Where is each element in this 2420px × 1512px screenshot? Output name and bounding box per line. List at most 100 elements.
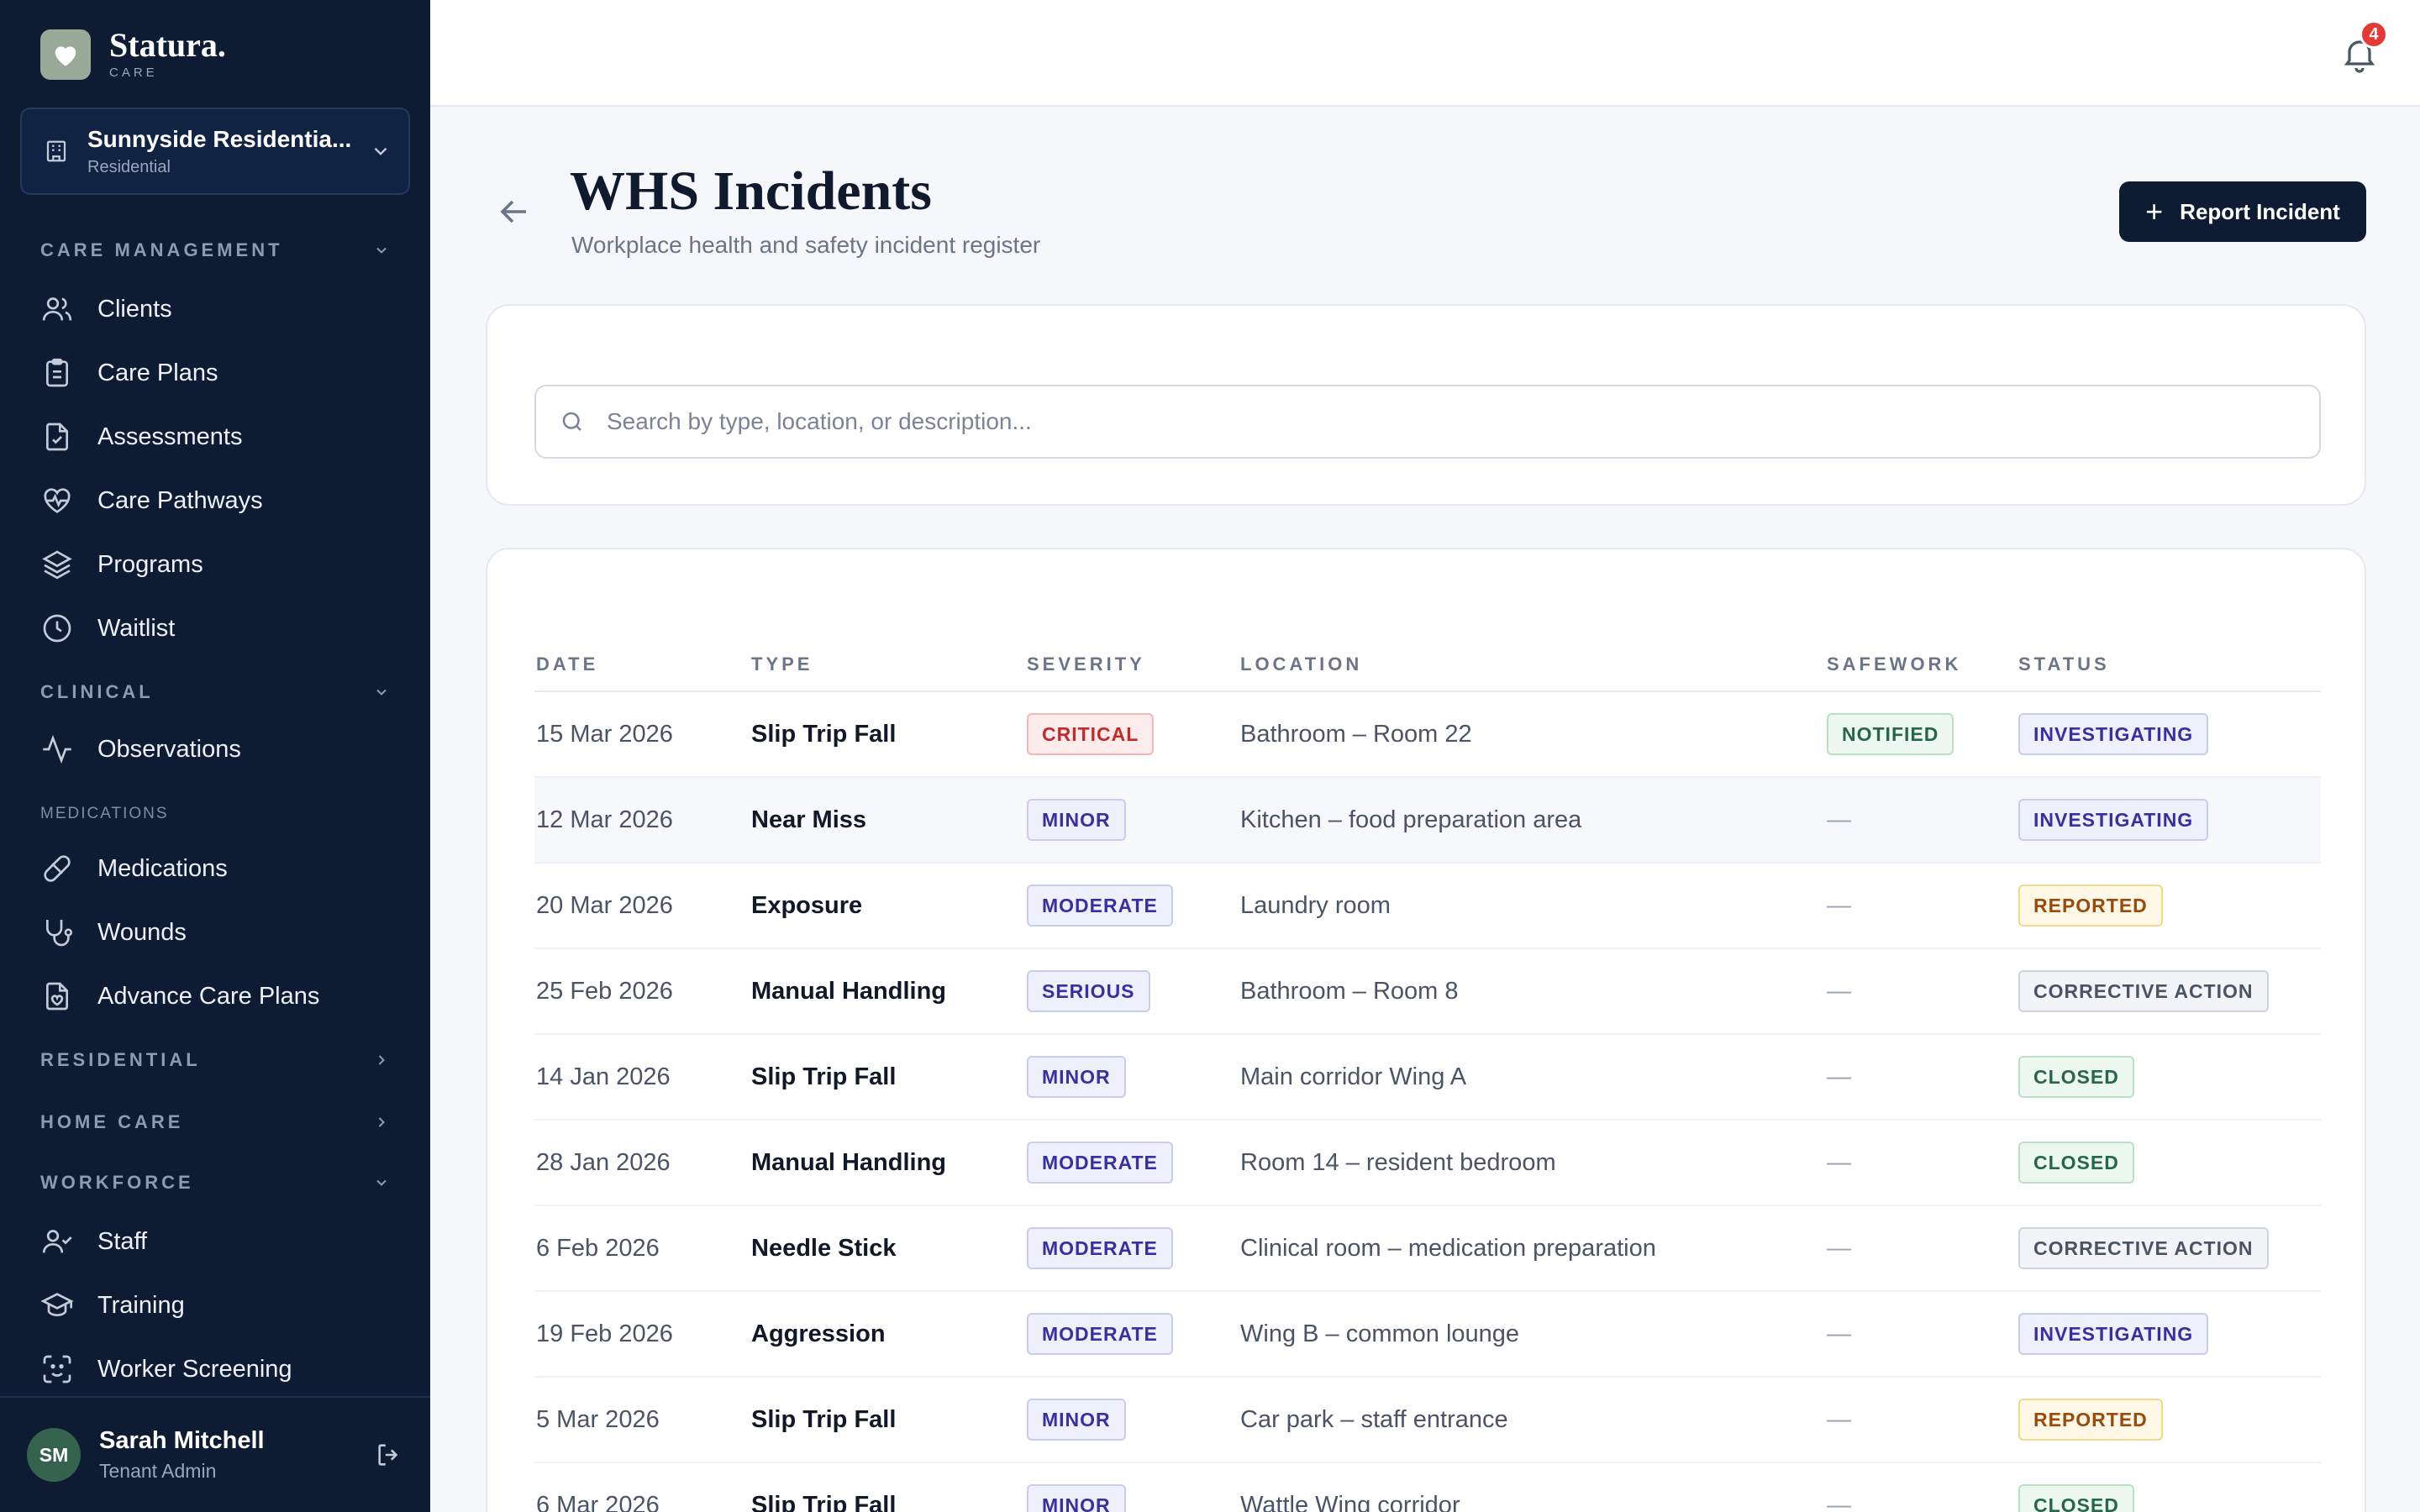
table-row[interactable]: 15 Mar 2026 Slip Trip Fall CRITICAL Bathroo… (534, 692, 2321, 778)
status-badge: INVESTIGATING (2018, 799, 2209, 841)
search-input[interactable] (607, 408, 2203, 435)
severity-badge: MODERATE (1027, 1313, 1173, 1355)
status-badge: CLOSED (2018, 1056, 2134, 1098)
cell-status: CORRECTIVE ACTION (2018, 1206, 2269, 1290)
table-row[interactable]: 25 Feb 2026 Manual Handling SERIOUS Bathroo… (534, 949, 2321, 1035)
cell-location: Car park – staff entrance (1240, 1405, 1508, 1433)
cell-safework: — (1827, 977, 1851, 1005)
plus-icon: + (2145, 194, 2164, 228)
table-row[interactable]: 14 Jan 2026 Slip Trip Fall MINOR Main corri… (534, 1035, 2321, 1121)
severity-badge: MODERATE (1027, 885, 1173, 927)
cell-date: 14 Jan 2026 (536, 1063, 671, 1090)
column-header-location[interactable]: LOCATION (1240, 654, 1362, 675)
cell-safework: — (1827, 1148, 1851, 1176)
cell-date: 19 Feb 2026 (536, 1320, 673, 1347)
column-header-type[interactable]: TYPE (751, 654, 813, 675)
notifications-button[interactable]: 4 (2339, 20, 2388, 74)
site-type: Residential (87, 157, 171, 176)
cell-status: CLOSED (2018, 1463, 2134, 1512)
file-check-icon (46, 423, 68, 451)
sidebar-item-wounds[interactable]: Wounds (40, 909, 410, 956)
sidebar-item-waitlist[interactable]: Waitlist (40, 605, 410, 652)
back-button[interactable] (494, 192, 534, 232)
table-row[interactable]: 5 Mar 2026 Slip Trip Fall MINOR Car park – … (534, 1378, 2321, 1463)
chevron-down-icon (374, 147, 387, 155)
avatar[interactable]: SM (27, 1428, 81, 1482)
severity-badge: MINOR (1027, 1056, 1126, 1098)
search-box[interactable] (534, 385, 2321, 459)
cell-location: Clinical room – medication preparation (1240, 1234, 1656, 1262)
users-icon (42, 297, 72, 321)
column-header-safework[interactable]: SAFEWORK (1827, 654, 1961, 675)
sidebar-item-training[interactable]: Training (40, 1282, 410, 1329)
sidebar-item-advance-care-plans[interactable]: Advance Care Plans (40, 973, 410, 1020)
table-row[interactable]: 12 Mar 2026 Near Miss MINOR Kitchen – food … (534, 778, 2321, 864)
table-row[interactable]: 19 Feb 2026 Aggression MODERATE Wing B – co… (534, 1292, 2321, 1378)
user-role: Tenant Admin (99, 1460, 217, 1482)
graduation-cap-icon (40, 1293, 74, 1317)
section-residential[interactable]: RESIDENTIAL (40, 1043, 390, 1077)
sidebar-item-clients[interactable]: Clients (40, 286, 410, 333)
cell-severity: MINOR (1027, 1035, 1126, 1119)
sidebar-item-staff[interactable]: Staff (40, 1218, 410, 1265)
cell-type: Aggression (751, 1320, 886, 1347)
sidebar-item-medications[interactable]: Medications (40, 845, 410, 892)
column-header-severity[interactable]: SEVERITY (1027, 654, 1145, 675)
sidebar-item-observations[interactable]: Observations (40, 726, 410, 773)
report-incident-button[interactable]: + Report Incident (2119, 181, 2366, 242)
stethoscope-icon (46, 920, 73, 947)
topbar: 4 (430, 0, 2420, 107)
sidebar-item-care-pathways[interactable]: Care Pathways (40, 477, 410, 524)
cell-severity: CRITICAL (1027, 692, 1155, 776)
chevron-down-icon (376, 247, 387, 254)
cell-severity: MODERATE (1027, 1206, 1173, 1290)
cell-location: Bathroom – Room 22 (1240, 720, 1472, 748)
status-badge: CLOSED (2018, 1142, 2134, 1184)
section-workforce[interactable]: WORKFORCE (40, 1166, 390, 1200)
search-icon (562, 412, 581, 431)
table-row[interactable]: 6 Feb 2026 Needle Stick MODERATE Clinical r… (534, 1206, 2321, 1292)
cell-location: Main corridor Wing A (1240, 1063, 1467, 1090)
cell-safework: NOTIFIED (1827, 692, 1954, 776)
table-row[interactable]: 6 Mar 2026 Slip Trip Fall MINOR Wattle Wing… (534, 1463, 2321, 1512)
table-row[interactable]: 28 Jan 2026 Manual Handling MODERATE Room 1… (534, 1121, 2321, 1206)
cell-date: 15 Mar 2026 (536, 720, 673, 748)
section-clinical[interactable]: CLINICAL (40, 675, 390, 709)
cell-safework: — (1827, 1063, 1851, 1090)
heart-pulse-icon (44, 488, 71, 513)
chevron-down-icon (376, 1179, 387, 1186)
brand[interactable]: Statura. CARE (40, 29, 226, 80)
section-care-management[interactable]: CARE MANAGEMENT (40, 234, 390, 267)
cell-severity: MODERATE (1027, 1121, 1173, 1205)
file-heart-icon (46, 982, 68, 1011)
status-badge: INVESTIGATING (2018, 713, 2209, 755)
cell-status: CORRECTIVE ACTION (2018, 949, 2269, 1033)
sidebar-item-worker-screening[interactable]: Worker Screening (40, 1346, 410, 1393)
section-home-care[interactable]: HOME CARE (40, 1105, 390, 1139)
pill-icon (44, 855, 71, 882)
sidebar-item-assessments[interactable]: Assessments (40, 413, 410, 460)
severity-badge: MINOR (1027, 1484, 1126, 1512)
cell-type: Slip Trip Fall (751, 1491, 897, 1512)
severity-badge: MODERATE (1027, 1227, 1173, 1269)
user-panel: SM Sarah Mitchell Tenant Admin (0, 1396, 430, 1512)
site-selector[interactable]: Sunnyside Residentia... Residential (20, 108, 410, 195)
cell-type: Manual Handling (751, 977, 946, 1005)
status-badge: CORRECTIVE ACTION (2018, 1227, 2269, 1269)
cell-date: 12 Mar 2026 (536, 806, 673, 833)
severity-badge: CRITICAL (1027, 713, 1155, 755)
clock-icon (43, 614, 71, 643)
column-header-date[interactable]: DATE (536, 654, 598, 675)
table-row[interactable]: 20 Mar 2026 Exposure MODERATE Laundry room —… (534, 864, 2321, 949)
status-badge: INVESTIGATING (2018, 1313, 2209, 1355)
column-header-status[interactable]: STATUS (2018, 654, 2110, 675)
sidebar-item-programs[interactable]: Programs (40, 541, 410, 588)
brand-subtitle: CARE (109, 66, 158, 80)
chevron-right-icon (378, 1117, 385, 1127)
logout-icon[interactable] (375, 1441, 403, 1469)
notification-count-badge: 4 (2360, 20, 2388, 49)
cell-location: Kitchen – food preparation area (1240, 806, 1582, 833)
cell-severity: MODERATE (1027, 1292, 1173, 1376)
sidebar-item-care-plans[interactable]: Care Plans (40, 349, 410, 396)
safework-badge: NOTIFIED (1827, 713, 1954, 755)
